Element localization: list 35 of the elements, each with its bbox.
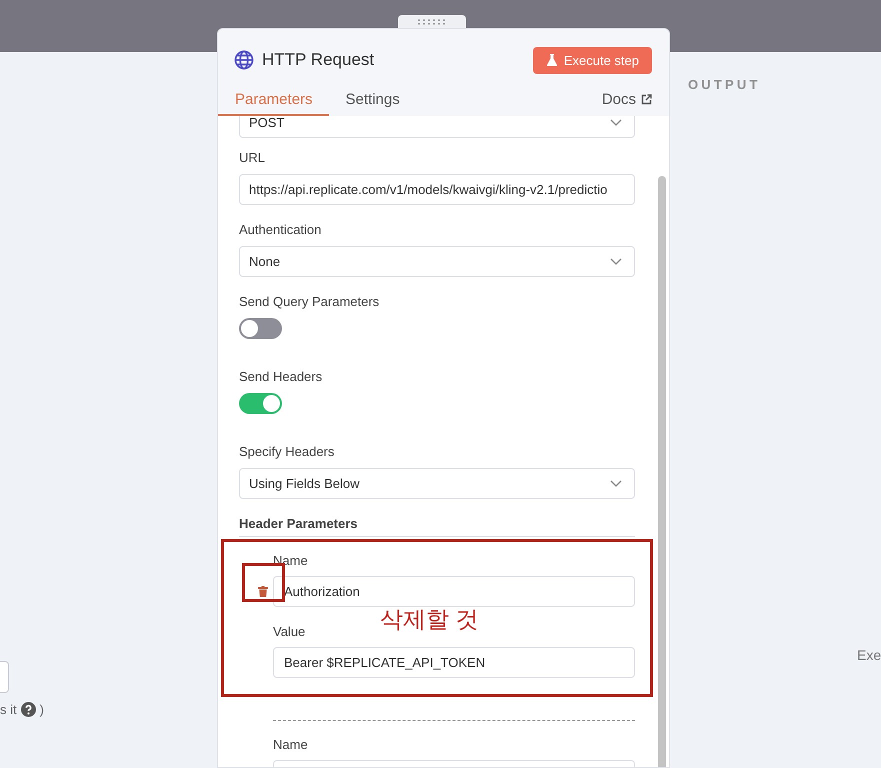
hint-text: ): [40, 702, 44, 717]
field-label: Value: [273, 624, 306, 640]
field-label: Send Headers: [239, 369, 324, 385]
field-label: Specify Headers: [239, 444, 336, 460]
drag-handle[interactable]: [398, 15, 466, 28]
select-field[interactable]: POST: [239, 116, 635, 138]
field-label: URL: [239, 150, 266, 166]
tab[interactable]: Settings: [328, 91, 416, 116]
external-link-icon: [641, 94, 652, 105]
input-field[interactable]: Authorization: [273, 576, 635, 607]
select-field[interactable]: None: [239, 246, 635, 277]
output-title: OUTPUT: [688, 77, 762, 92]
select-field[interactable]: Using Fields Below: [239, 468, 635, 499]
toggle-switch[interactable]: [239, 318, 282, 339]
annotation-text: 삭제할 것: [380, 606, 478, 632]
scrollbar[interactable]: [658, 176, 666, 767]
field-label: Authentication: [239, 222, 322, 238]
chevron-down-icon: [610, 118, 622, 126]
globe-icon: [234, 50, 254, 70]
trash-icon[interactable]: [258, 586, 268, 597]
output-text: Exe: [857, 647, 881, 663]
flask-icon: [546, 54, 557, 66]
input-field[interactable]: https://api.replicate.com/v1/models/kwaivgi/kling-v2.1/predictio: [239, 174, 635, 205]
input-field[interactable]: Bearer $REPLICATE_API_TOKEN: [273, 647, 635, 678]
toggle-switch[interactable]: [239, 393, 282, 414]
field-label: Name: [273, 737, 309, 753]
input-field[interactable]: [0, 661, 9, 693]
chevron-down-icon: [610, 480, 622, 488]
section-title: Header Parameters: [239, 516, 635, 537]
panel-title: HTTP Request: [262, 50, 376, 70]
docs-link[interactable]: Docs: [602, 91, 652, 116]
hint-text: s it: [0, 702, 17, 717]
field-label: Send Query Parameters: [239, 294, 380, 310]
chevron-down-icon: [610, 258, 622, 266]
help-icon[interactable]: [20, 702, 36, 717]
